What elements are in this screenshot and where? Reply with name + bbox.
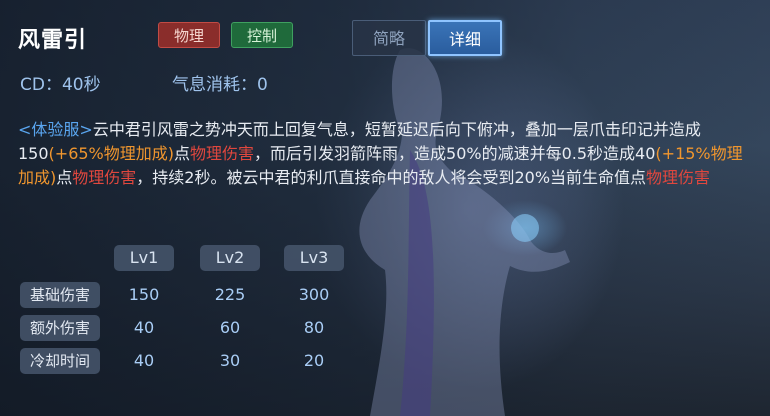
skill-name: 风雷引: [18, 28, 88, 53]
tag-physical: 物理: [158, 22, 220, 48]
skill-description: <体验服>云中君引风雷之势冲天而上回复气息，短暂延迟后向下俯冲，叠加一层爪击印记…: [18, 118, 758, 190]
table-cell: 80: [303, 318, 325, 337]
desc-bonus: (+65%物理加成): [48, 144, 175, 163]
level-header-3: Lv3: [284, 245, 344, 271]
table-cell: 30: [219, 351, 241, 370]
desc-damage-type: 物理伤害: [72, 168, 137, 187]
table-cell: 300: [298, 285, 330, 304]
cooldown-text: CD：40秒: [20, 75, 101, 95]
table-cell: 40: [133, 351, 155, 370]
energy-cost-text: 气息消耗：0: [172, 75, 268, 95]
table-cell: 225: [214, 285, 246, 304]
desc-text: 点: [56, 168, 73, 187]
tab-detail[interactable]: 详细: [428, 20, 502, 56]
tag-control: 控制: [231, 22, 293, 48]
tab-brief[interactable]: 简略: [352, 20, 426, 56]
table-cell: 150: [128, 285, 160, 304]
desc-text: 点: [174, 144, 191, 163]
table-cell: 60: [219, 318, 241, 337]
desc-text: ，而后引发羽箭阵雨，造成50%的减速并每0.5秒造成40: [254, 144, 656, 163]
row-label-cooldown: 冷却时间: [20, 348, 100, 374]
row-label-extra-damage: 额外伤害: [20, 315, 100, 341]
desc-text: ，持续2秒。被云中君的利爪直接命中的敌人将会受到20%当前生命值点: [136, 168, 647, 187]
server-prefix: <体验服>: [18, 120, 93, 139]
level-header-2: Lv2: [200, 245, 260, 271]
desc-damage-type: 物理伤害: [190, 144, 255, 163]
desc-damage-type: 物理伤害: [646, 168, 711, 187]
hero-portrait: [359, 48, 570, 416]
row-label-base-damage: 基础伤害: [20, 282, 100, 308]
table-cell: 40: [133, 318, 155, 337]
table-cell: 20: [303, 351, 325, 370]
level-header-1: Lv1: [114, 245, 174, 271]
